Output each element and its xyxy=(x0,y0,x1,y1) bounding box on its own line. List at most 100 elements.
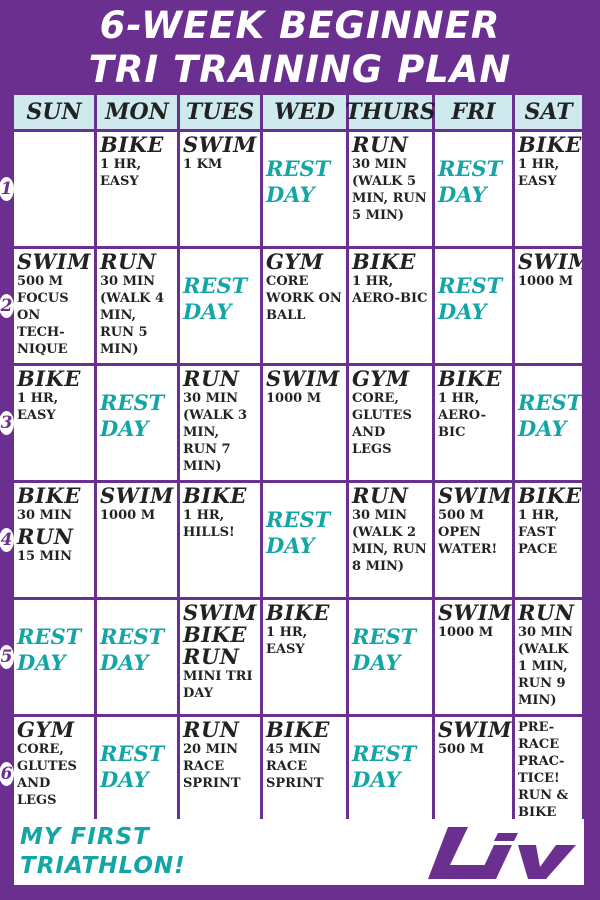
day-cell: BIKE 1 HR, AERO-BIC xyxy=(435,366,512,480)
day-cell: SWIM 1 KM xyxy=(180,132,260,246)
activity-detail: 1000 M xyxy=(266,391,322,406)
rest-day-label: REST DAY xyxy=(352,741,417,792)
activity-name: RUN xyxy=(518,600,575,625)
activity-name: RUN xyxy=(352,132,409,157)
activity-detail: CORE, GLUTES AND LEGS xyxy=(352,391,412,457)
activity-name: SWIM xyxy=(438,483,512,508)
activity-detail: 500 M FOCUS ON TECH-NIQUE xyxy=(17,274,69,357)
day-cell: REST DAY xyxy=(435,249,512,363)
day-cell: SWIM 500 M OPEN WATER! xyxy=(435,483,512,597)
day-cell: SWIM1000 M xyxy=(263,366,346,480)
day-header: THURS xyxy=(345,95,436,129)
title-line-1: 6-WEEK BEGINNER xyxy=(99,4,501,47)
day-cell: REST DAY xyxy=(349,717,432,823)
activity-name: GYM xyxy=(266,249,324,274)
activity-detail: 45 MIN RACE SPRINT xyxy=(266,742,324,791)
footer-text: MY FIRST TRIATHLON! xyxy=(20,823,186,881)
activity-name: BIKE xyxy=(183,622,247,647)
rest-day-label: REST DAY xyxy=(266,156,331,207)
day-cell: GYM CORE WORK ON BALL xyxy=(263,249,346,363)
activity-name: BIKE xyxy=(352,249,416,274)
rest-day-label: REST DAY xyxy=(438,273,503,324)
rest-day-label: REST DAY xyxy=(100,390,165,441)
activity-name: BIKE xyxy=(17,366,81,391)
activity-name: BIKE xyxy=(100,132,164,157)
activity-name: SWIM xyxy=(183,132,257,157)
day-cell: BIKE 1 HR, HILLS! xyxy=(180,483,260,597)
activity-name: BIKE xyxy=(518,483,582,508)
day-header: WED xyxy=(263,95,346,129)
activity-detail: CORE, GLUTES AND LEGS xyxy=(17,742,77,808)
day-cell: BIKE 1 HR, FAST PACE xyxy=(515,483,582,597)
rest-day-label: REST DAY xyxy=(518,390,582,441)
activity-name: SWIM xyxy=(438,717,512,742)
day-cell: REST DAY xyxy=(349,600,432,714)
activity-name: SWIM xyxy=(438,600,512,625)
activity-detail: 1 HR, EASY xyxy=(17,391,59,423)
activity-detail: 1000 M xyxy=(518,274,574,289)
day-header: TUES xyxy=(180,95,260,129)
activity-name: SWIM xyxy=(266,366,340,391)
week-number: 1 xyxy=(0,177,14,201)
activity-detail: 1 HR, EASY xyxy=(100,157,142,189)
day-cell xyxy=(14,132,94,246)
activity-detail: 1 HR, EASY xyxy=(266,625,308,657)
week-number: 5 xyxy=(0,645,14,669)
activity-name: RUN xyxy=(100,249,157,274)
day-cell: BIKE 45 MIN RACE SPRINT xyxy=(263,717,346,823)
activity-name: SWIM xyxy=(100,483,174,508)
day-cell: SWIM 500 M FOCUS ON TECH-NIQUE xyxy=(14,249,94,363)
activity-detail: 30 MIN (WALK 1 MIN, RUN 9 MIN) xyxy=(518,625,573,708)
activity-name: SWIM xyxy=(518,249,582,274)
title-line-2: TRI TRAINING PLAN xyxy=(88,48,512,91)
activity-name: BIKE xyxy=(183,483,247,508)
activity-name: BIKE xyxy=(266,717,330,742)
activity-name: BIKE xyxy=(438,366,502,391)
activity-detail: 500 M OPEN WATER! xyxy=(438,508,498,557)
day-cell: BIKE 1 HR, EASY xyxy=(97,132,177,246)
day-cell: REST DAY xyxy=(263,132,346,246)
day-header: SAT xyxy=(515,95,582,129)
activity-name: BIKE xyxy=(518,132,582,157)
day-cell: BIKE 1 HR, AERO-BIC xyxy=(349,249,432,363)
activity-name: GYM xyxy=(17,717,75,742)
day-cell: RUN 30 MIN (WALK 1 MIN, RUN 9 MIN) xyxy=(515,600,582,714)
training-calendar: SUN MON TUES WED THURS FRI SAT BIKE 1 HR, EASY SW… xyxy=(14,95,584,823)
activity-detail: 30 MIN (WALK 5 MIN, RUN 5 MIN) xyxy=(352,157,427,223)
activity-detail: 1 KM xyxy=(183,157,223,172)
activity-detail: 1 HR, EASY xyxy=(518,157,560,189)
footer-line-1: MY FIRST xyxy=(20,824,150,850)
activity-detail: 20 MIN RACE SPRINT xyxy=(183,742,241,791)
day-cell: BIKE 1 HR, EASY xyxy=(14,366,94,480)
rest-day-label: REST DAY xyxy=(100,741,165,792)
day-cell: REST DAY xyxy=(263,483,346,597)
day-cell: RUN 30 MIN (WALK 3 MIN, RUN 7 MIN) xyxy=(180,366,260,480)
activity-detail: 500 M xyxy=(438,742,485,757)
activity-detail: 30 MIN (WALK 4 MIN, RUN 5 MIN) xyxy=(100,274,165,357)
activity-name: SWIM xyxy=(183,600,257,625)
activity-name: GYM xyxy=(352,366,410,391)
activity-detail: 30 MIN xyxy=(17,508,72,523)
day-cell: SWIM BIKE RUN MINI TRI DAY xyxy=(180,600,260,714)
activity-name: BIKE xyxy=(266,600,330,625)
footer-line-2: TRIATHLON! xyxy=(20,853,186,879)
activity-detail: 1 HR, AERO-BIC xyxy=(438,391,486,440)
day-cell: PRE-RACE PRAC-TICE! RUN & BIKE xyxy=(515,717,582,823)
day-cell: BIKE 1 HR, EASY xyxy=(263,600,346,714)
activity-detail: 1 HR, AERO-BIC xyxy=(352,274,428,306)
day-cell: REST DAY xyxy=(14,600,94,714)
day-cell: SWIM1000 M xyxy=(435,600,512,714)
activity-detail: 1000 M xyxy=(100,508,156,523)
week-number: 6 xyxy=(0,762,14,786)
day-cell: RUN 20 MIN RACE SPRINT xyxy=(180,717,260,823)
activity-detail: MINI TRI DAY xyxy=(183,669,253,701)
rest-day-label: REST DAY xyxy=(266,507,331,558)
activity-name: RUN xyxy=(352,483,409,508)
day-cell: REST DAY xyxy=(97,600,177,714)
day-cell: GYM CORE, GLUTES AND LEGS xyxy=(349,366,432,480)
week-number: 3 xyxy=(0,411,14,435)
activity-name: RUN xyxy=(183,366,240,391)
activity-detail: 1 HR, FAST PACE xyxy=(518,508,560,557)
day-cell: REST DAY xyxy=(180,249,260,363)
activity-name: RUN xyxy=(17,524,74,549)
